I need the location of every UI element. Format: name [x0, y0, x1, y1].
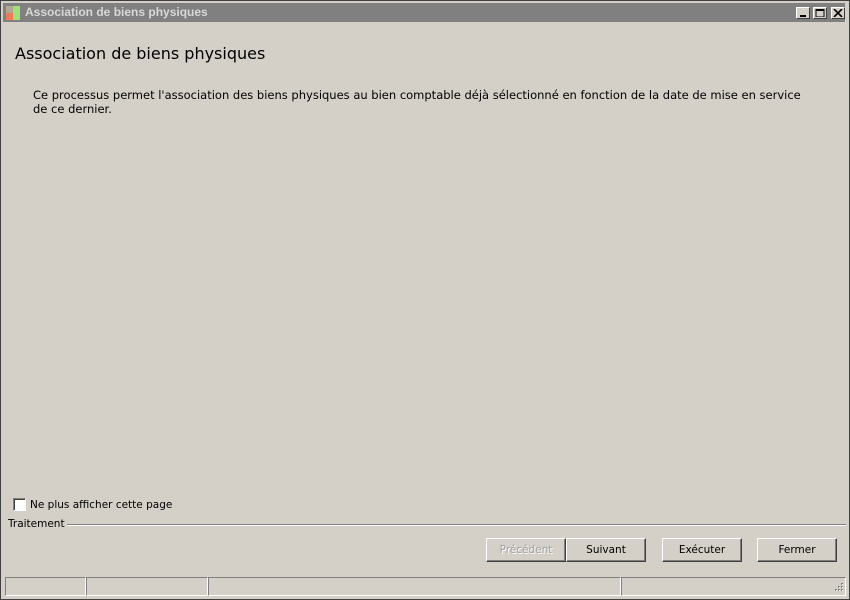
app-logo-icon — [6, 6, 20, 20]
group-separator — [61, 524, 846, 526]
close-icon — [833, 9, 843, 17]
page-title: Association de biens physiques — [15, 44, 266, 63]
execute-button[interactable]: Exécuter — [662, 538, 742, 562]
minimize-button[interactable] — [796, 7, 810, 19]
status-cell-2 — [86, 577, 208, 596]
title-bar[interactable]: Association de biens physiques — [3, 3, 845, 22]
maximize-icon — [815, 9, 825, 17]
status-cell-3 — [208, 577, 621, 596]
minimize-icon — [800, 15, 806, 17]
close-window-button[interactable] — [831, 7, 845, 19]
maximize-button[interactable] — [813, 7, 827, 19]
resize-grip-icon[interactable] — [832, 582, 844, 594]
status-bar — [3, 577, 846, 596]
window-title: Association de biens physiques — [25, 5, 208, 19]
next-button[interactable]: Suivant — [566, 538, 646, 562]
hide-page-checkbox[interactable] — [13, 498, 26, 511]
application-window: Association de biens physiques Associati… — [0, 0, 850, 600]
status-cell-1 — [5, 577, 86, 596]
process-description: Ce processus permet l'association des bi… — [33, 88, 801, 116]
processing-group-label: Traitement — [8, 518, 67, 531]
status-cell-4 — [621, 577, 846, 596]
close-button[interactable]: Fermer — [757, 538, 837, 562]
hide-page-label[interactable]: Ne plus afficher cette page — [30, 499, 172, 512]
previous-button[interactable]: Précédent — [486, 538, 566, 562]
